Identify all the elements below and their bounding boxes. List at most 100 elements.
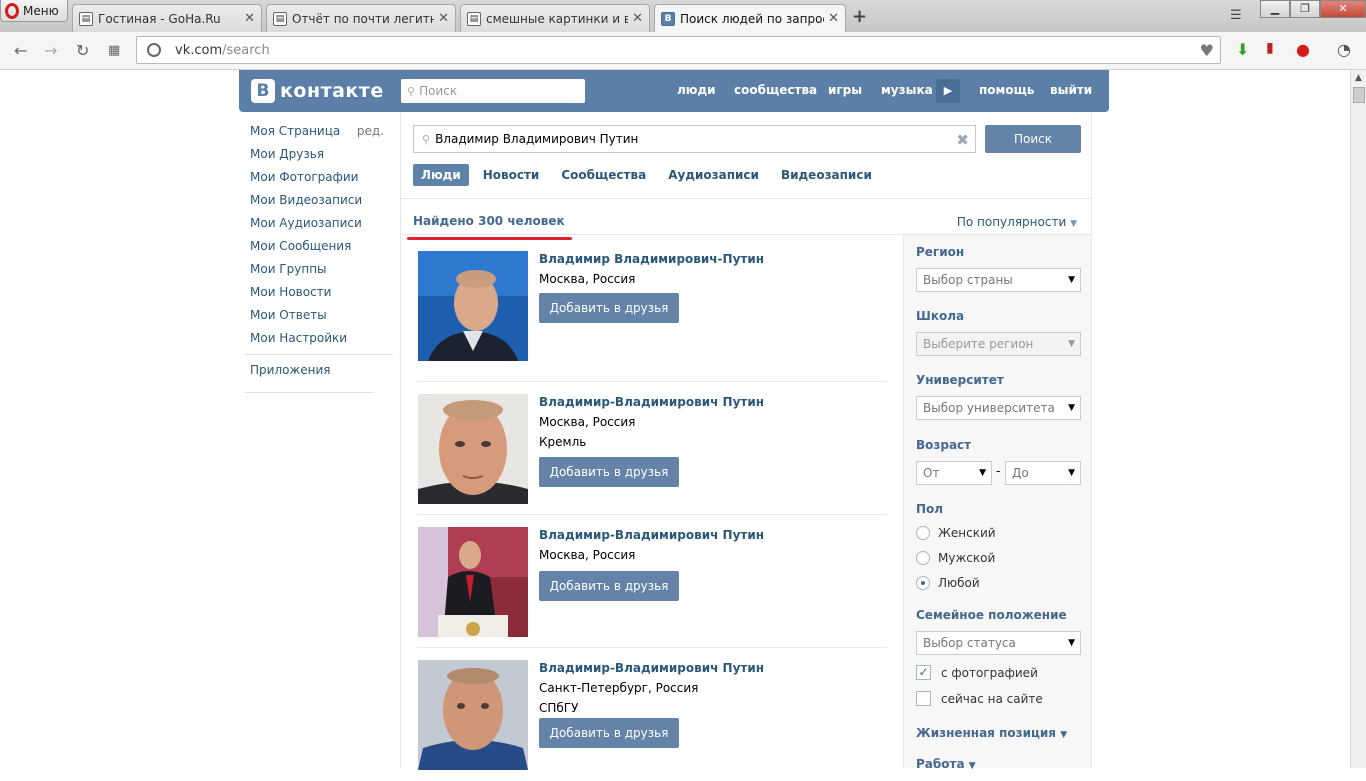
reload-icon[interactable]: ↻ [76,41,89,60]
url-host: vk.com [175,42,223,58]
opera-menu-button[interactable]: Меню [0,0,68,22]
fold-label: Работа [916,757,965,771]
bookmark-heart-icon[interactable]: ♥ [1200,41,1214,60]
dropdown-arrow-icon: ▼ [979,468,986,478]
menu-my-settings[interactable]: Мои Настройки [250,332,390,355]
tab-close-icon[interactable]: ✕ [632,11,643,26]
pdf-extension-icon[interactable]: ▮ [1266,40,1274,56]
forward-arrow-icon[interactable]: → [44,41,57,60]
tab-people[interactable]: Люди [413,164,469,186]
new-tab-plus-icon[interactable]: + [852,6,867,27]
address-field[interactable]: vk.com/search ♥ [136,36,1221,64]
header-search-placeholder: Поиск [419,84,458,98]
person-avatar[interactable] [418,660,528,770]
page-favicon-icon: ▤ [273,11,287,26]
menu-my-videos[interactable]: Мои Видеозаписи [250,194,390,217]
menu-my-answers[interactable]: Мои Ответы [250,309,390,332]
nav-help[interactable]: помощь [979,83,1034,97]
life-position-toggle[interactable]: Жизненная позиция ▼ [916,726,1067,740]
scroll-up-arrow-icon[interactable]: ▲ [1351,70,1366,86]
nav-games[interactable]: игры [828,83,862,97]
back-arrow-icon[interactable]: ← [14,41,27,60]
sex-female-radio[interactable]: Женский [916,526,996,540]
menu-my-photos[interactable]: Мои Фотографии [250,171,390,194]
add-friend-button[interactable]: Добавить в друзья [539,571,679,601]
vk-page: В контакте ⚲ Поиск люди сообщества игры … [0,70,1350,771]
tab-menu-icon[interactable]: ☰ [1230,8,1242,23]
page-scrollbar[interactable]: ▲ [1350,70,1366,768]
person-avatar[interactable] [418,527,528,637]
add-friend-button[interactable]: Добавить в друзья [539,457,679,487]
adblock-extension-icon[interactable]: ● [1296,40,1310,59]
url-text: vk.com/search [175,43,270,58]
play-arrow-icon[interactable]: ▶ [936,79,960,103]
age-from-select[interactable]: От ▼ [916,461,992,485]
tab-audio[interactable]: Аудиозаписи [660,164,767,186]
search-button[interactable]: Поиск [985,125,1081,153]
radio-label: Любой [938,576,980,590]
checkbox-label: сейчас на сайте [941,691,1043,706]
person-name-link[interactable]: Владимир Владимирович-Путин [539,252,764,266]
vk-logo[interactable]: В контакте [251,79,384,103]
site-info-icon[interactable] [147,43,161,57]
sort-dropdown[interactable]: По популярности ▼ [957,215,1077,229]
radio-circle [916,551,930,565]
search-content: ⚲ Владимир Владимирович Путин ✖ Поиск Лю… [400,112,1092,771]
add-friend-button[interactable]: Добавить в друзья [539,293,679,323]
menu-my-news[interactable]: Мои Новости [250,286,390,309]
tab-close-icon[interactable]: ✕ [828,11,839,26]
dropdown-arrow-icon: ▼ [1068,638,1075,648]
tab-news[interactable]: Новости [475,164,548,186]
dropdown-arrow-icon: ▼ [1068,468,1075,478]
tab-close-icon[interactable]: ✕ [438,11,449,26]
age-to-select[interactable]: До ▼ [1005,461,1081,485]
scroll-thumb[interactable] [1353,87,1365,103]
tab-report[interactable]: ▤ Отчёт по почти легитно п ✕ [266,4,456,32]
online-now-checkbox[interactable]: сейчас на сайте [916,691,1043,706]
speed-dial-grid-icon[interactable]: ▦ [108,43,120,58]
window-controls: ▁ ❐ ✕ [1260,0,1366,18]
person-name-link[interactable]: Владимир-Владимирович Путин [539,528,764,542]
work-toggle[interactable]: Работа ▼ [916,757,976,771]
clear-search-icon[interactable]: ✖ [956,131,969,149]
sex-any-radio[interactable]: Любой [916,576,980,590]
vk-logo-icon: В [251,79,275,103]
window-close-icon[interactable]: ✕ [1320,0,1366,18]
tab-close-icon[interactable]: ✕ [244,11,255,26]
edit-link[interactable]: ред. [357,125,384,138]
download-extension-icon[interactable]: ⬇ [1236,40,1249,59]
nav-people[interactable]: люди [677,83,716,97]
nav-logout[interactable]: выйти [1050,83,1092,97]
menu-apps[interactable]: Приложения [250,363,331,377]
marital-select[interactable]: Выбор статуса ▼ [916,631,1081,655]
add-friend-button[interactable]: Добавить в друзья [539,718,679,748]
people-search-input[interactable]: ⚲ Владимир Владимирович Путин ✖ [413,125,976,153]
menu-my-friends[interactable]: Мои Друзья [250,148,390,171]
opera-turbo-icon[interactable]: ◔ [1337,40,1351,59]
region-select[interactable]: Выбор страны ▼ [916,268,1081,292]
tab-vk-search[interactable]: B Поиск людей по запросу ✕ [654,4,846,32]
menu-my-audio[interactable]: Мои Аудиозаписи [250,217,390,240]
menu-my-groups[interactable]: Мои Группы [250,263,390,286]
tab-goha[interactable]: ▤ Гостиная - GoHa.Ru ✕ [72,4,262,32]
university-select[interactable]: Выбор университета ▼ [916,396,1081,420]
nav-communities[interactable]: сообщества [734,83,817,97]
sex-male-radio[interactable]: Мужской [916,551,995,565]
maximize-icon[interactable]: ❐ [1290,0,1320,18]
school-select[interactable]: Выберите регион ▼ [916,332,1081,356]
header-search-input[interactable]: ⚲ Поиск [401,79,585,103]
with-photo-checkbox[interactable]: ✓ с фотографией [916,665,1038,680]
person-name-link[interactable]: Владимир-Владимирович Путин [539,661,764,675]
menu-my-page[interactable]: Моя Страница ред. [250,125,390,148]
tab-funny-pictures[interactable]: ▤ смешные картинки и вид ✕ [460,4,650,32]
tab-communities[interactable]: Сообщества [553,164,654,186]
nav-music[interactable]: музыка [881,83,933,97]
person-avatar[interactable] [418,394,528,504]
chevron-down-icon: ▼ [968,761,976,771]
person-name-link[interactable]: Владимир-Владимирович Путин [539,395,764,409]
menu-my-messages[interactable]: Мои Сообщения [250,240,390,263]
menu-label: Моя Страница [250,124,341,138]
minimize-icon[interactable]: ▁ [1260,0,1290,18]
tab-video[interactable]: Видеозаписи [773,164,880,186]
person-avatar[interactable] [418,251,528,361]
